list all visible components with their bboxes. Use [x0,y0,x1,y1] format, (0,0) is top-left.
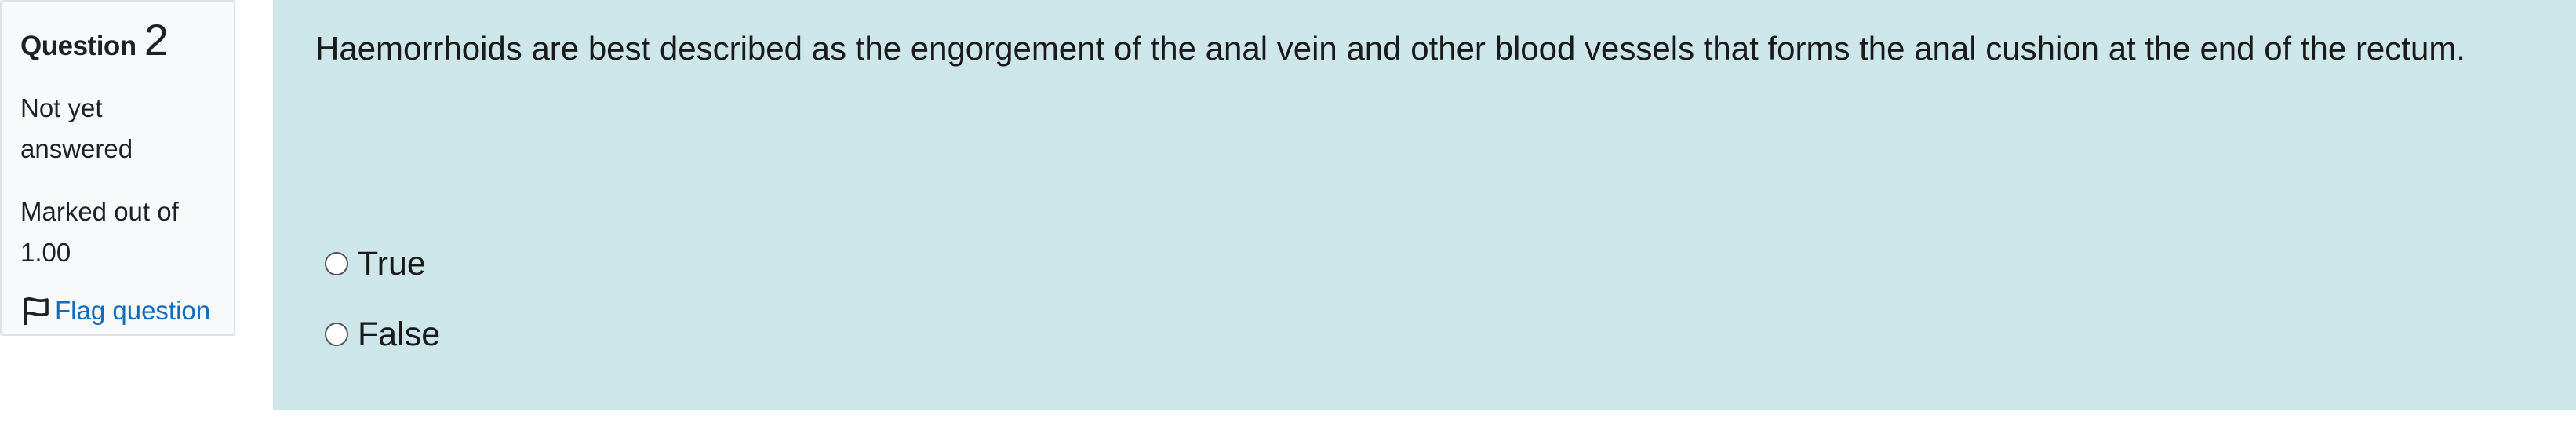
question-grade: Marked out of 1.00 [20,197,179,267]
radio-false[interactable] [325,323,348,346]
question-info-panel: Question 2 Not yet answered Marked out o… [0,0,235,336]
answer-label-true[interactable]: True [358,245,426,283]
question-state: Not yet answered [20,93,133,163]
flag-icon [24,297,49,325]
question-number-heading: Question 2 [20,14,215,67]
question-content: Haemorrhoids are best described as the e… [273,0,2576,410]
question-label: Question [20,31,136,61]
radio-true[interactable] [325,252,348,275]
question-text: Haemorrhoids are best described as the e… [315,30,2465,67]
answer-option-false[interactable]: False [325,311,440,358]
answer-option-true[interactable]: True [325,240,440,287]
answer-label-false[interactable]: False [358,316,440,354]
flag-question-link[interactable]: Flag question [20,295,215,326]
flag-question-label[interactable]: Flag question [55,296,210,326]
question-number: 2 [144,15,169,64]
answer-options: True False [325,240,440,381]
